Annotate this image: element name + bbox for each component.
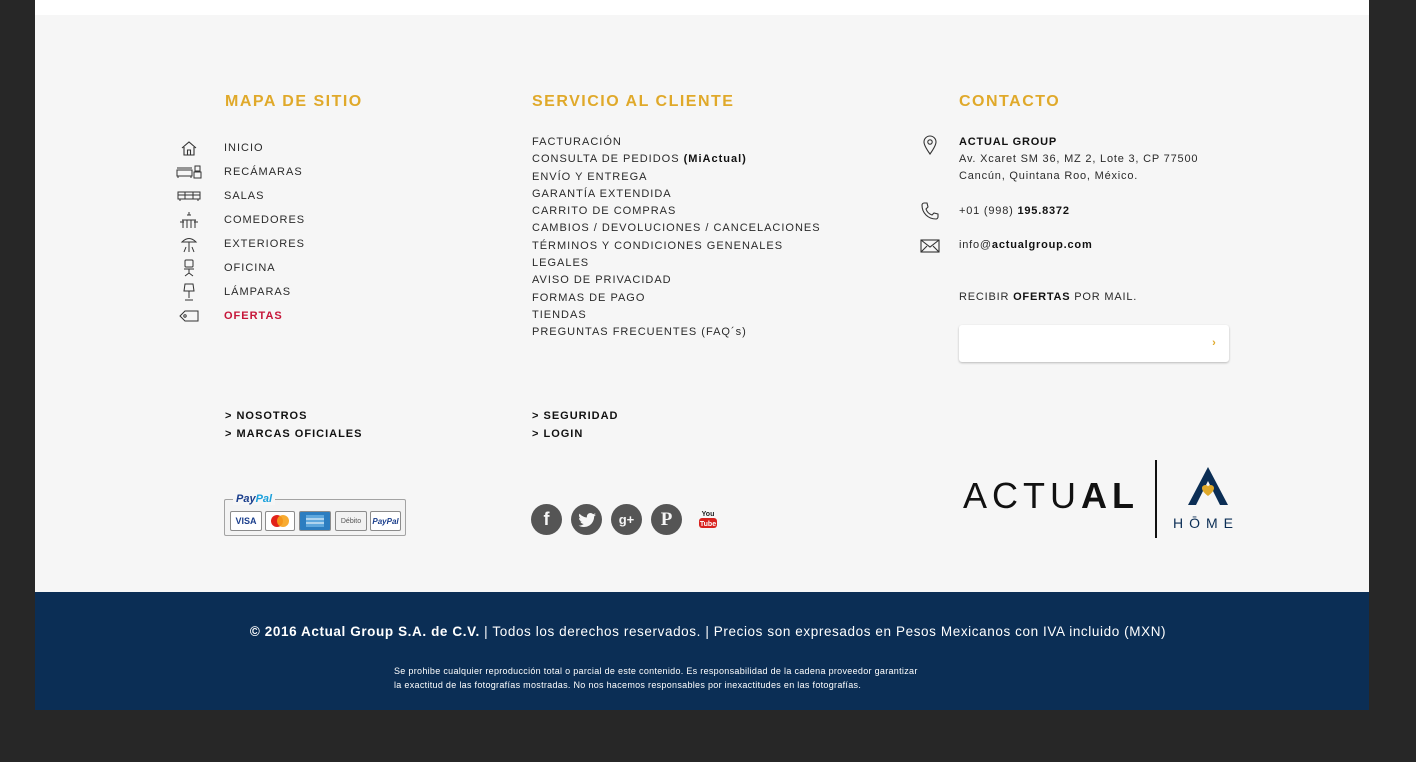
service-heading: SERVICIO AL CLIENTE (532, 93, 735, 110)
link-nosotros[interactable]: > NOSOTROS (225, 410, 307, 422)
logo-divider (1155, 460, 1157, 538)
google-plus-icon[interactable]: g+ (611, 504, 642, 535)
sitemap-item-label: OFERTAS (224, 310, 283, 322)
contact-address: ACTUAL GROUP Av. Xcaret SM 36, MZ 2, Lot… (959, 134, 1198, 185)
address-line-2: Cancún, Quintana Roo, México. (959, 170, 1139, 182)
service-link-formas-pago[interactable]: FORMAS DE PAGO (532, 290, 821, 307)
company-name: ACTUAL GROUP (959, 136, 1058, 148)
visa-card-icon: VISA (230, 511, 262, 531)
sitemap-item-recamaras[interactable]: RECÁMARAS (175, 160, 425, 184)
twitter-icon[interactable] (571, 504, 602, 535)
newsletter-email-input[interactable] (959, 325, 1209, 362)
dining-table-icon (175, 211, 203, 229)
sitemap-item-label: OFICINA (224, 262, 276, 274)
mail-icon (918, 235, 942, 257)
lamp-icon (175, 283, 203, 301)
sofa-icon (175, 187, 203, 205)
copyright-owner: © 2016 Actual Group S.A. de C.V. (249, 624, 480, 639)
copyright-notice: | Todos los derechos reservados. | Preci… (484, 624, 1167, 639)
link-seguridad[interactable]: > SEGURIDAD (532, 410, 619, 422)
service-link-envio[interactable]: ENVÍO Y ENTREGA (532, 169, 821, 186)
sitemap-item-exteriores[interactable]: EXTERIORES (175, 232, 425, 256)
service-link-carrito[interactable]: CARRITO DE COMPRAS (532, 203, 821, 220)
service-link-faq[interactable]: PREGUNTAS FRECUENTES (FAQ´s) (532, 324, 821, 341)
bed-icon (175, 163, 203, 181)
location-pin-icon (918, 134, 942, 156)
service-link-tiendas[interactable]: TIENDAS (532, 307, 821, 324)
tag-icon (175, 307, 203, 325)
pinterest-icon[interactable]: P (651, 504, 682, 535)
paypal-card-icon: PayPal (370, 511, 401, 531)
amex-card-icon (299, 511, 331, 531)
service-link-garantia[interactable]: GARANTÍA EXTENDIDA (532, 186, 821, 203)
sitemap-item-label: COMEDORES (224, 214, 306, 226)
phone-prefix: +01 (998) (959, 205, 1014, 217)
sitemap-item-label: INICIO (224, 142, 264, 154)
sitemap-item-ofertas[interactable]: OFERTAS (175, 304, 425, 328)
disclaimer-text: Se prohibe cualquier reproducción total … (394, 666, 918, 690)
service-link-privacidad[interactable]: AVISO DE PRIVACIDAD (532, 272, 821, 289)
phone-icon (918, 200, 942, 222)
sitemap-item-label: RECÁMARAS (224, 166, 303, 178)
link-login[interactable]: > LOGIN (532, 428, 583, 440)
sitemap-item-salas[interactable]: SALAS (175, 184, 425, 208)
contact-heading: CONTACTO (959, 93, 1061, 110)
facebook-icon[interactable]: f (531, 504, 562, 535)
mastercard-icon (265, 511, 295, 531)
address-line-1: Av. Xcaret SM 36, MZ 2, Lote 3, CP 77500 (959, 153, 1199, 165)
actual-home-label: HŌME (1173, 515, 1239, 531)
actual-home-emblem-icon (1188, 467, 1228, 505)
phone-number: 195.8372 (1017, 205, 1070, 217)
newsletter-label: RECIBIR OFERTAS POR MAIL. (959, 291, 1138, 303)
sitemap-item-label: SALAS (224, 190, 265, 202)
sitemap-item-oficina[interactable]: OFICINA (175, 256, 425, 280)
miactual-label: (MiActual) (683, 153, 747, 166)
service-link-legales[interactable]: LEGALES (532, 255, 821, 272)
service-link-cambios[interactable]: CAMBIOS / DEVOLUCIONES / CANCELACIONES (532, 220, 821, 237)
sitemap-item-inicio[interactable]: INICIO (175, 136, 425, 160)
newsletter-submit-button[interactable]: › (1205, 334, 1223, 352)
home-icon (175, 139, 203, 157)
content-area-bottom (35, 0, 1369, 15)
paypal-logo: PayPal (233, 493, 276, 505)
service-link-consulta-pedidos[interactable]: CONSULTA DE PEDIDOS (MiActual) (532, 151, 821, 168)
debit-card-icon: Débito (335, 511, 367, 531)
contact-phone[interactable]: +01 (998) 195.8372 (959, 203, 1070, 220)
sitemap-heading: MAPA DE SITIO (225, 93, 363, 110)
payment-methods-badge: PayPal VISA Débito PayPal (224, 493, 406, 536)
sitemap-item-lamparas[interactable]: LÁMPARAS (175, 280, 425, 304)
service-link-facturacion[interactable]: FACTURACIÓN (532, 134, 821, 151)
sitemap-item-label: EXTERIORES (224, 238, 305, 250)
copyright-bar (35, 592, 1369, 710)
umbrella-icon (175, 235, 203, 253)
link-marcas-oficiales[interactable]: > MARCAS OFICIALES (225, 428, 362, 440)
service-link-terminos[interactable]: TÉRMINOS Y CONDICIONES GENENALES (532, 238, 821, 255)
copyright-text: © 2016 Actual Group S.A. de C.V. | Todos… (0, 624, 1416, 639)
youtube-icon[interactable]: You Tube (693, 504, 723, 534)
newsletter-form: › (959, 325, 1229, 362)
office-chair-icon (175, 259, 203, 277)
contact-email[interactable]: info@actualgroup.com (959, 237, 1093, 254)
sitemap-item-comedores[interactable]: COMEDORES (175, 208, 425, 232)
actual-logo-wordmark: ACTUAL (963, 475, 1139, 516)
service-links: FACTURACIÓN CONSULTA DE PEDIDOS (MiActua… (532, 134, 821, 342)
sitemap-item-label: LÁMPARAS (224, 286, 292, 298)
svg-text:You: You (702, 511, 715, 518)
svg-text:Tube: Tube (700, 521, 716, 528)
